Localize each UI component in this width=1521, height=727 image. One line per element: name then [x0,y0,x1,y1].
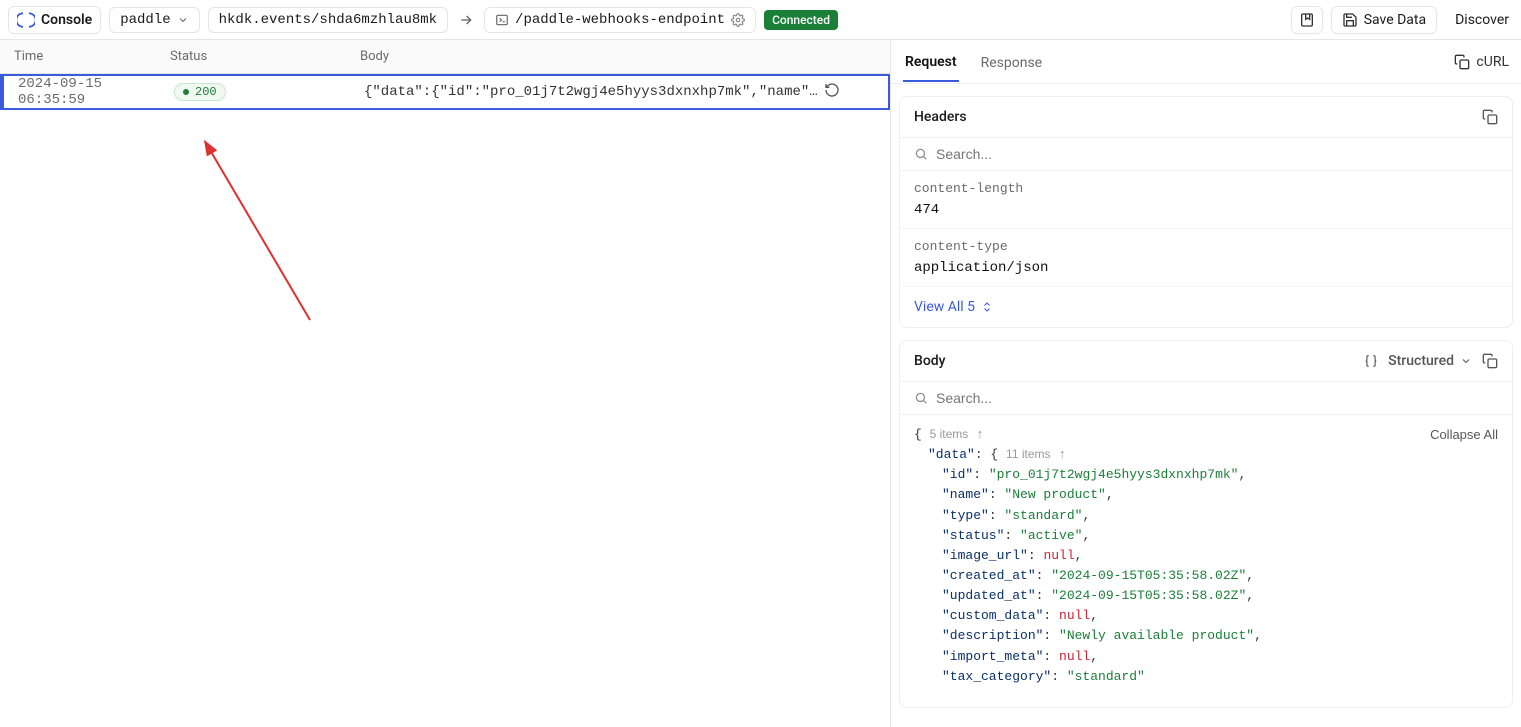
terminal-icon [495,13,509,27]
search-icon [914,147,928,161]
row-time: 2024-09-15 06:35:59 [4,76,164,108]
detail-tabs: Request Response cURL [891,40,1521,84]
json-entry: "name": "New product", [914,485,1498,505]
endpoint-chip[interactable]: /paddle-webhooks-endpoint [484,7,756,33]
col-header-status: Status [160,49,350,64]
hookdeck-logo-icon [17,11,35,29]
json-entry: "status": "active", [914,526,1498,546]
table-row[interactable]: 2024-09-15 06:35:59 200 {"data":{"id":"p… [0,74,890,110]
json-entry: "id": "pro_01j7t2wgj4e5hyys3dxnxhp7mk", [914,465,1498,485]
body-section: Body Structured Collapse All { 5 items ↑… [899,340,1513,708]
col-header-time: Time [0,49,160,64]
source-dropdown[interactable]: paddle [109,7,199,33]
status-dot-icon [183,89,189,95]
status-badge: 200 [174,83,226,101]
json-entry: "type": "standard", [914,506,1498,526]
copy-icon[interactable] [1482,353,1498,369]
gear-icon[interactable] [731,13,745,27]
row-body-preview: {"data":{"id":"pro_01j7t2wgj4e5hyys3dxnx… [354,84,824,100]
save-data-button[interactable]: Save Data [1331,6,1437,34]
connected-badge: Connected [764,10,838,30]
json-entry: "tax_category": "standard" [914,667,1498,687]
table-header: Time Status Body [0,40,890,74]
body-title: Body [914,353,946,369]
json-entry: "import_meta": null, [914,647,1498,667]
bookmark-icon [1299,12,1315,28]
curl-button[interactable]: cURL [1454,54,1509,70]
collapse-all-button[interactable]: Collapse All [1430,425,1498,445]
domain-chip[interactable]: hkdk.events/shda6mzhlau8mk [208,7,448,33]
topbar: Console paddle hkdk.events/shda6mzhlau8m… [0,0,1521,40]
discover-link[interactable]: Discover [1445,7,1513,33]
json-entry: "image_url": null, [914,546,1498,566]
structured-dropdown[interactable]: Structured [1388,353,1472,369]
save-icon [1342,12,1358,28]
json-entry: "custom_data": null, [914,606,1498,626]
search-icon [914,391,928,405]
headers-search-input[interactable] [936,146,1498,162]
headers-section: Headers content-length 474 content-type … [899,96,1513,328]
braces-icon [1364,354,1378,368]
copy-icon[interactable] [1482,109,1498,125]
json-entry: "description": "Newly available product"… [914,626,1498,646]
json-entry: "created_at": "2024-09-15T05:35:58.02Z", [914,566,1498,586]
json-viewer: Collapse All { 5 items ↑ "data": { 11 it… [900,415,1512,707]
copy-icon [1454,54,1470,70]
col-header-body: Body [350,49,846,64]
json-entry: "updated_at": "2024-09-15T05:35:58.02Z", [914,586,1498,606]
chevron-down-icon [177,14,189,26]
arrow-right-icon [456,12,476,28]
headers-title: Headers [914,109,967,125]
expand-icon [981,301,993,313]
tab-request[interactable]: Request [903,42,959,82]
annotation-arrow [200,140,330,340]
bookmark-button[interactable] [1291,6,1323,34]
chevron-down-icon [1460,355,1472,367]
header-item: content-length 474 [900,171,1512,229]
retry-icon[interactable] [824,82,840,98]
body-search-input[interactable] [936,390,1498,406]
view-all-headers[interactable]: View All 5 [900,287,1512,327]
header-item: content-type application/json [900,229,1512,287]
tab-response[interactable]: Response [979,43,1045,81]
console-label: Console [41,12,92,28]
console-logo[interactable]: Console [8,6,101,34]
